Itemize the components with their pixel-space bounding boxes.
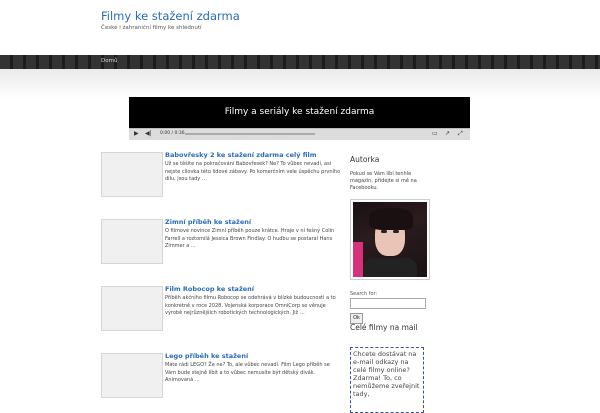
sidebar-films-heading: Celé filmy na mail [350,323,418,332]
newsletter-promo: Chcete dostávat na e-mail odkazy na celé… [350,347,424,413]
video-controls: ▶ ◀| 0:00 / 0:36 ▭ ↗ ⤢ [129,128,470,140]
post-excerpt: O filmové novince Zimní příběh pouze krá… [165,228,335,249]
share-icon[interactable]: ↗ [445,130,450,137]
post-item: Babovřesky 2 ke stažení zdarma celý film… [101,151,341,198]
video-title: Filmy a seriály ke stažení zdarma [224,107,375,117]
photo-eye-right [393,230,399,233]
caption-icon[interactable]: ▭ [432,130,438,137]
post-thumbnail[interactable] [101,152,163,197]
photo-eye-left [381,230,387,233]
site-title[interactable]: Filmy ke stažení zdarma [101,9,240,23]
author-photo-image [353,202,427,277]
seek-bar[interactable] [185,133,315,135]
post-item: Zimní příběh ke stažení O filmové novinc… [101,218,341,265]
nav-bar: Domů [0,55,600,69]
nav-item-home[interactable]: Domů [101,58,117,64]
post-thumbnail[interactable] [101,353,163,398]
post-title[interactable]: Zimní příběh ke stažení [165,218,251,226]
author-photo[interactable] [350,199,430,280]
sidebar-author-heading: Autorka [350,155,380,164]
post-thumbnail[interactable] [101,286,163,331]
post-item: Film Robocop ke stažení Příběh akčního f… [101,285,341,332]
post-title[interactable]: Babovřesky 2 ke stažení zdarma celý film [165,151,317,159]
search-input[interactable] [350,298,426,309]
post-excerpt: Už se těšíte na pokračování Babovřesek? … [165,161,341,182]
post-excerpt: Příběh akčního filmu Robocop se odehrává… [165,295,336,316]
post-excerpt: Máte rádi LEGO? Že ne? To, ale vůbec nev… [165,362,330,383]
sidebar-author-text: Pokud se Vám líbí tenhle magazín, přidej… [350,171,417,191]
play-icon[interactable]: ▶ [134,130,139,137]
search-label: Search for: [350,291,378,297]
site-tagline: České i zahraniční filmy ke shlédnutí [101,25,202,31]
post-title[interactable]: Lego příběh ke stažení [165,352,248,360]
photo-shirt [363,258,417,277]
post-title[interactable]: Film Robocop ke stažení [165,285,254,293]
post-item: Lego příběh ke stažení Máte rádi LEGO? Ž… [101,352,341,399]
nav-shadow [0,69,600,99]
photo-fringe [369,208,413,230]
photo-background-pink [353,242,363,277]
volume-icon[interactable]: ◀| [145,130,152,137]
video-time: 0:00 / 0:36 [160,131,185,136]
fullscreen-icon[interactable]: ⤢ [458,130,463,138]
post-thumbnail[interactable] [101,219,163,264]
